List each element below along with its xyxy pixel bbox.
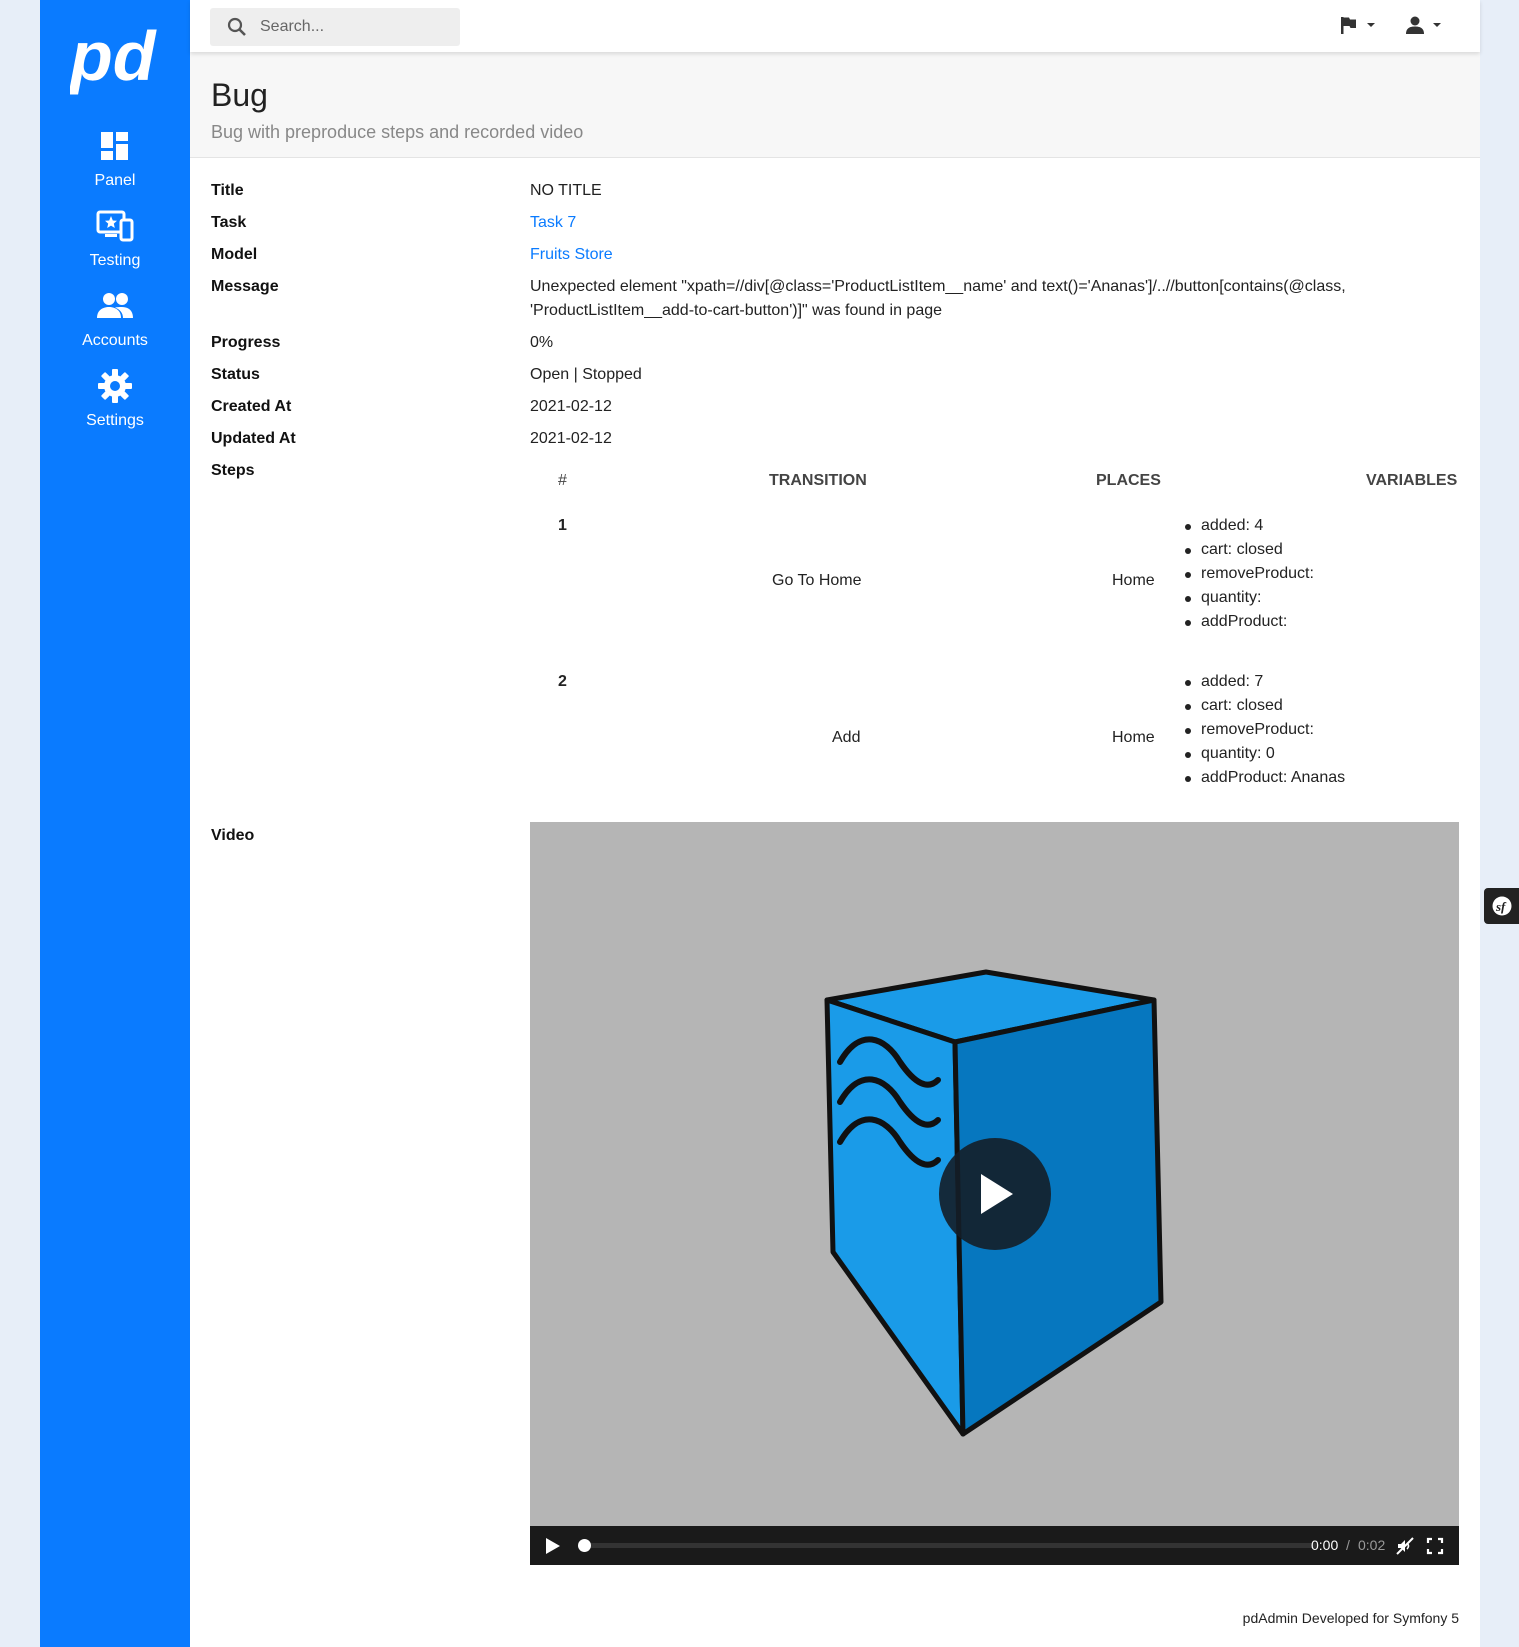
fullscreen-icon (1426, 1537, 1444, 1555)
status-label: Status (211, 366, 260, 383)
symfony-icon: sf (1492, 896, 1512, 916)
page-subtitle: Bug with preproduce steps and recorded v… (211, 122, 584, 142)
status-value: Open | Stopped (530, 366, 642, 383)
time-separator: / (1346, 1537, 1350, 1553)
flag-icon (1341, 17, 1356, 34)
created-at-value: 2021-02-12 (530, 398, 612, 415)
sidebar-item-label: Testing (89, 252, 141, 269)
model-link[interactable]: Fruits Store (530, 243, 613, 267)
sidebar-item-label: Settings (86, 412, 144, 429)
play-overlay-button[interactable] (939, 1138, 1051, 1250)
title-value: NO TITLE (530, 182, 602, 199)
symfony-toolbar-toggle[interactable]: sf (1484, 888, 1519, 924)
search-box[interactable] (210, 8, 460, 46)
progress-value: 0% (530, 334, 554, 351)
sidebar-item-accounts[interactable]: Accounts (40, 286, 190, 366)
step-places: Home (1112, 729, 1155, 746)
svg-text:pd: pd (70, 18, 157, 95)
message-value: Unexpected element "xpath=//div[@class='… (530, 278, 1346, 319)
variable-item: removeProduct: (1185, 718, 1345, 742)
seek-handle[interactable] (578, 1539, 591, 1552)
steps-col-variables: VARIABLES (1366, 472, 1458, 489)
video-player[interactable]: 0:00 / 0:02 (530, 822, 1459, 1565)
flag-menu-button[interactable] (1340, 14, 1384, 38)
pd-logo[interactable]: pd (70, 18, 160, 104)
page-title: Bug (211, 77, 268, 113)
updated-at-value: 2021-02-12 (530, 430, 612, 447)
variable-item: quantity: 0 (1185, 742, 1345, 766)
step-transition: Go To Home (772, 572, 862, 589)
steps-col-number: # (558, 472, 567, 489)
step-variables: added: 4 cart: closed removeProduct: qua… (1185, 514, 1314, 634)
steps-col-transition: TRANSITION (769, 472, 867, 489)
topbar (190, 0, 1480, 52)
fullscreen-button[interactable] (1426, 1537, 1444, 1555)
mute-button[interactable] (1396, 1537, 1414, 1555)
model-label: Model (211, 246, 258, 263)
sidebar-item-panel[interactable]: Panel (40, 126, 190, 206)
current-time: 0:00 (1311, 1537, 1339, 1553)
variable-item: added: 7 (1185, 670, 1345, 694)
step-places: Home (1112, 572, 1155, 589)
play-button[interactable] (544, 1536, 562, 1556)
dashboard-icon (101, 132, 128, 160)
monitor-star-icon (96, 210, 134, 242)
variable-item: cart: closed (1185, 538, 1314, 562)
variable-item: removeProduct: (1185, 562, 1314, 586)
people-icon (97, 293, 133, 318)
created-at-label: Created At (211, 398, 292, 415)
steps-label: Steps (211, 462, 255, 479)
variable-item: addProduct: (1185, 610, 1314, 634)
task-label: Task (211, 214, 247, 231)
video-label: Video (211, 827, 255, 844)
footer-text: pdAdmin Developed for Symfony 5 (1242, 1610, 1459, 1626)
step-transition: Add (832, 729, 861, 746)
search-input[interactable] (260, 8, 450, 46)
gear-icon (98, 369, 132, 403)
step-number: 2 (558, 673, 567, 690)
variable-item: cart: closed (1185, 694, 1345, 718)
steps-col-places: PLACES (1096, 472, 1161, 489)
search-icon (227, 17, 246, 36)
sidebar-item-testing[interactable]: Testing (40, 206, 190, 286)
task-link[interactable]: Task 7 (530, 211, 576, 235)
caret-down-icon (1433, 23, 1441, 27)
user-icon (1406, 16, 1424, 34)
play-icon (981, 1174, 1013, 1214)
seek-bar[interactable] (582, 1543, 1317, 1548)
page-header: Bug Bug with preproduce steps and record… (190, 52, 1480, 158)
progress-label: Progress (211, 334, 281, 351)
main-content: Bug Bug with preproduce steps and record… (190, 0, 1480, 1647)
step-number: 1 (558, 517, 567, 534)
message-label: Message (211, 278, 279, 295)
step-variables: added: 7 cart: closed removeProduct: qua… (1185, 670, 1345, 790)
svg-text:sf: sf (1495, 899, 1507, 914)
user-menu-button[interactable] (1405, 14, 1449, 38)
sidebar-item-settings[interactable]: Settings (40, 366, 190, 446)
sidebar-item-label: Panel (94, 172, 136, 189)
volume-muted-icon (1396, 1537, 1414, 1555)
variable-item: addProduct: Ananas (1185, 766, 1345, 790)
video-controls: 0:00 / 0:02 (530, 1526, 1459, 1565)
variable-item: quantity: (1185, 586, 1314, 610)
duration: 0:02 (1358, 1537, 1386, 1553)
caret-down-icon (1367, 23, 1375, 27)
title-label: Title (211, 182, 244, 199)
sidebar-item-label: Accounts (82, 332, 148, 349)
variable-item: added: 4 (1185, 514, 1314, 538)
sidebar: pd Panel Testing Accounts Settings (40, 0, 190, 1647)
updated-at-label: Updated At (211, 430, 296, 447)
